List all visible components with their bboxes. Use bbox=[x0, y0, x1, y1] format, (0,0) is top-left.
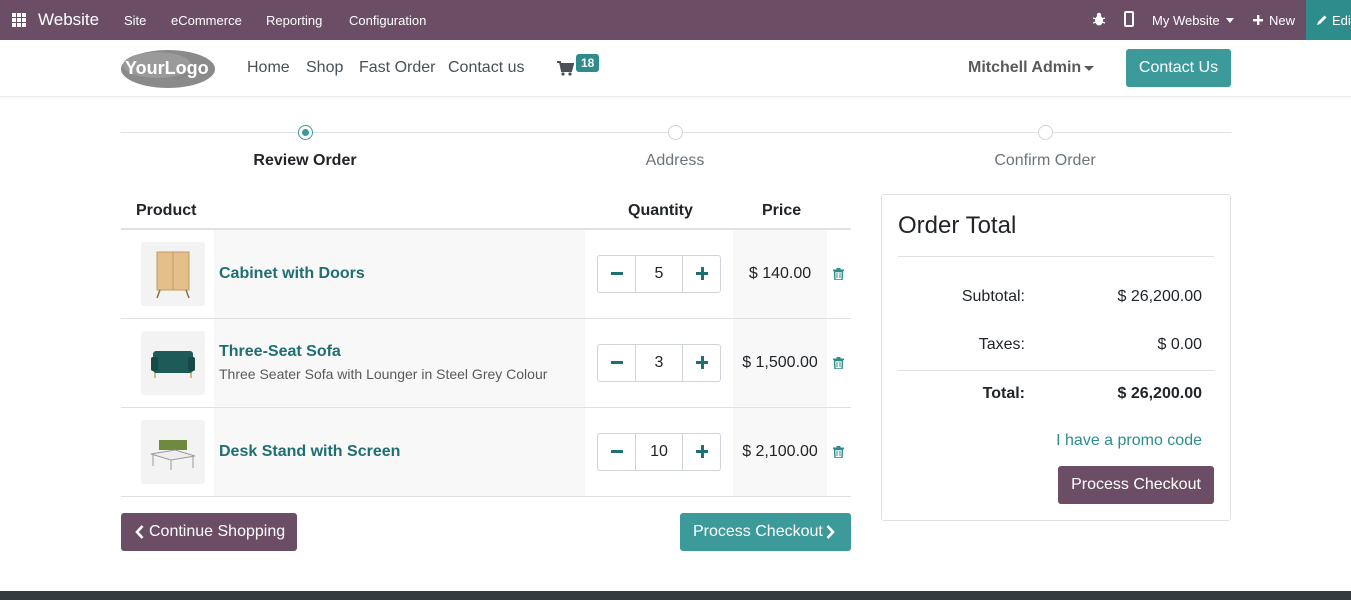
table-row: Cabinet with Doors 5 $ 140.00 bbox=[121, 230, 851, 319]
chevron-down-icon bbox=[1226, 18, 1234, 23]
chevron-left-icon bbox=[135, 525, 144, 539]
decrease-quantity-button[interactable] bbox=[598, 256, 636, 292]
continue-shopping-label: Continue Shopping bbox=[149, 523, 286, 540]
mobile-preview-icon[interactable] bbox=[1124, 11, 1134, 27]
bug-icon[interactable] bbox=[1093, 12, 1105, 26]
total-label: Total: bbox=[982, 385, 1025, 402]
quantity-stepper: 3 bbox=[597, 344, 721, 382]
edit-label: Edit bbox=[1332, 13, 1351, 28]
column-header-quantity: Quantity bbox=[628, 202, 693, 219]
apps-grid-icon[interactable] bbox=[12, 13, 26, 27]
product-description: Three Seater Sofa with Lounger in Steel … bbox=[219, 366, 548, 382]
product-image[interactable] bbox=[141, 420, 205, 484]
new-button[interactable]: New bbox=[1269, 13, 1295, 28]
wizard-step-confirm: Confirm Order bbox=[994, 152, 1096, 169]
subtotal-label: Subtotal: bbox=[961, 288, 1025, 305]
edit-button[interactable]: Edit bbox=[1306, 0, 1351, 40]
contact-us-button[interactable]: Contact Us bbox=[1126, 49, 1231, 87]
table-row: Three-Seat Sofa Three Seater Sofa with L… bbox=[121, 319, 851, 408]
product-image[interactable] bbox=[141, 242, 205, 306]
logo[interactable]: YourLogo bbox=[121, 48, 216, 89]
nav-fast-order[interactable]: Fast Order bbox=[359, 59, 435, 77]
quantity-stepper: 10 bbox=[597, 433, 721, 471]
decrease-quantity-button[interactable] bbox=[598, 345, 636, 381]
quantity-stepper: 5 bbox=[597, 255, 721, 293]
order-total-card: Order Total Subtotal: $ 26,200.00 Taxes:… bbox=[881, 194, 1231, 521]
menu-ecommerce[interactable]: eCommerce bbox=[171, 13, 242, 28]
user-menu[interactable]: Mitchell Admin bbox=[968, 59, 1081, 77]
product-image[interactable] bbox=[141, 331, 205, 395]
product-price: $ 140.00 bbox=[748, 265, 812, 282]
wizard-step-dot-confirm bbox=[1038, 125, 1053, 140]
wizard-step-dot-review bbox=[298, 125, 313, 140]
quantity-input[interactable]: 3 bbox=[636, 345, 682, 381]
divider bbox=[898, 370, 1214, 371]
quantity-input[interactable]: 5 bbox=[636, 256, 682, 292]
menu-reporting[interactable]: Reporting bbox=[266, 13, 322, 28]
total-value: $ 26,200.00 bbox=[1117, 385, 1202, 402]
chevron-right-icon bbox=[826, 525, 835, 539]
trash-icon[interactable] bbox=[833, 268, 844, 280]
summary-process-checkout-button[interactable]: Process Checkout bbox=[1058, 466, 1214, 504]
order-total-title: Order Total bbox=[898, 212, 1017, 239]
divider bbox=[898, 256, 1214, 257]
admin-navbar: Website Site eCommerce Reporting Configu… bbox=[0, 0, 1351, 40]
plus-icon bbox=[1253, 15, 1263, 25]
product-price: $ 1,500.00 bbox=[742, 354, 818, 371]
taxes-label: Taxes: bbox=[978, 336, 1025, 353]
increase-quantity-button[interactable] bbox=[682, 256, 720, 292]
increase-quantity-button[interactable] bbox=[682, 345, 720, 381]
trash-icon[interactable] bbox=[833, 357, 844, 369]
site-header: YourLogo Home Shop Fast Order Contact us… bbox=[0, 40, 1351, 97]
subtotal-value: $ 26,200.00 bbox=[1117, 288, 1202, 305]
wizard-step-address: Address bbox=[645, 152, 705, 169]
nav-shop[interactable]: Shop bbox=[306, 59, 343, 77]
product-name[interactable]: Desk Stand with Screen bbox=[219, 443, 400, 461]
website-selector[interactable]: My Website bbox=[1152, 13, 1220, 28]
column-header-price: Price bbox=[762, 202, 802, 219]
promo-code-link[interactable]: I have a promo code bbox=[1002, 432, 1202, 450]
name-cell bbox=[214, 319, 585, 407]
menu-configuration[interactable]: Configuration bbox=[349, 13, 426, 28]
svg-text:YourLogo: YourLogo bbox=[125, 58, 209, 78]
chevron-down-icon bbox=[1084, 66, 1094, 71]
pencil-icon bbox=[1317, 15, 1327, 25]
wizard-step-dot-address bbox=[668, 125, 683, 140]
decrease-quantity-button[interactable] bbox=[598, 434, 636, 470]
process-checkout-button[interactable]: Process Checkout bbox=[680, 513, 851, 551]
cart-icon[interactable] bbox=[557, 61, 574, 76]
nav-contact-us[interactable]: Contact us bbox=[448, 59, 524, 77]
wizard-step-review[interactable]: Review Order bbox=[205, 152, 405, 170]
continue-shopping-button[interactable]: Continue Shopping bbox=[121, 513, 297, 551]
app-name[interactable]: Website bbox=[38, 10, 99, 30]
product-name[interactable]: Three-Seat Sofa bbox=[219, 343, 341, 361]
nav-home[interactable]: Home bbox=[247, 59, 290, 77]
column-header-product: Product bbox=[136, 202, 197, 219]
increase-quantity-button[interactable] bbox=[682, 434, 720, 470]
product-name[interactable]: Cabinet with Doors bbox=[219, 265, 365, 283]
footer bbox=[0, 591, 1351, 600]
process-checkout-label: Process Checkout bbox=[693, 523, 823, 540]
quantity-input[interactable]: 10 bbox=[636, 434, 682, 470]
table-row: Desk Stand with Screen 10 $ 2,100.00 bbox=[121, 408, 851, 497]
product-price: $ 2,100.00 bbox=[742, 443, 818, 460]
menu-site[interactable]: Site bbox=[124, 13, 146, 28]
trash-icon[interactable] bbox=[833, 446, 844, 458]
cart-count-badge[interactable]: 18 bbox=[576, 54, 600, 72]
taxes-value: $ 0.00 bbox=[1157, 336, 1202, 353]
